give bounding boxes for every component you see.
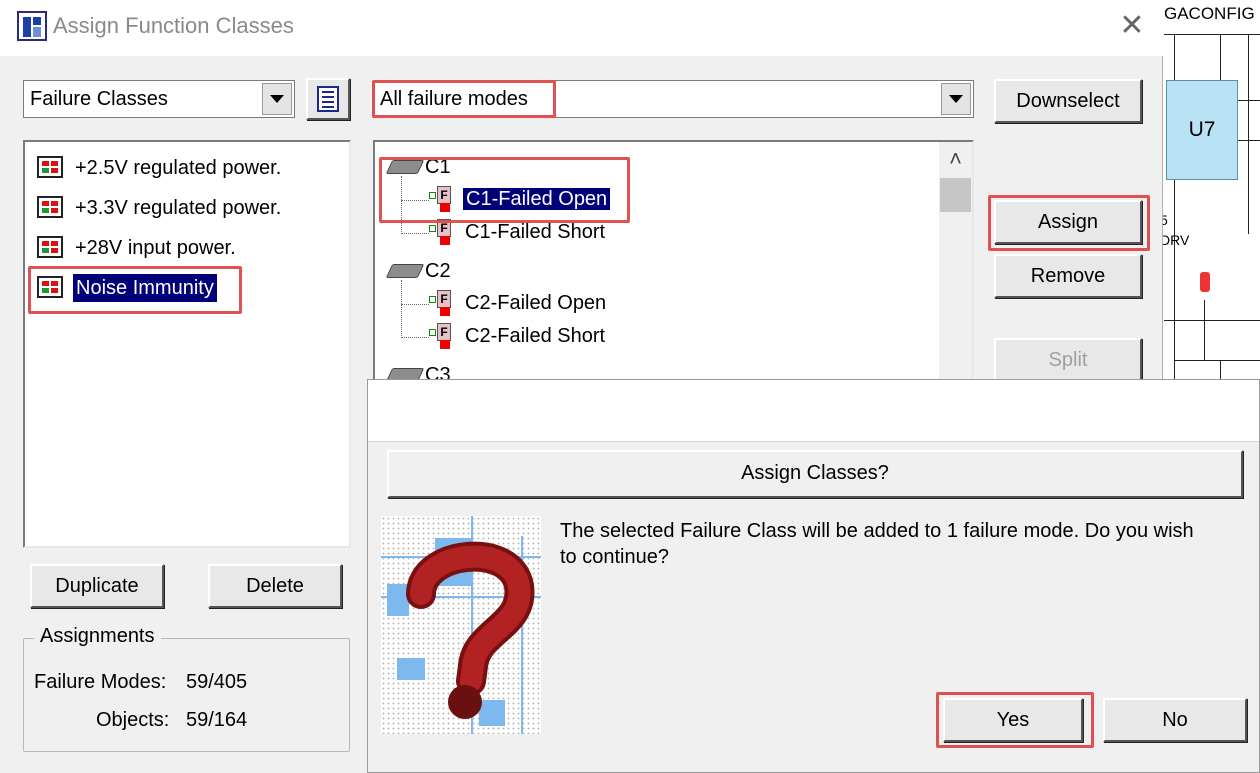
confirm-dialog-banner: Assign Classes? [387,450,1243,498]
close-icon[interactable]: ✕ [1112,6,1152,46]
duplicate-button[interactable]: Duplicate [30,564,164,608]
failure-class-icon [37,156,63,178]
failure-mode-icon: F [429,219,455,247]
list-view-icon [317,86,339,112]
highlight-c1-failed-open [379,157,630,223]
failure-modes-label: Failure Modes: [34,671,167,693]
confirm-message-line-2: to continue? [560,546,669,568]
class-type-select[interactable]: Failure Classes [23,80,295,118]
failure-mode-icon: F [429,290,455,318]
failure-class-icon [37,236,63,258]
component-chip-icon [385,264,425,278]
failure-class-icon [37,196,63,218]
schematic-label: GACONFIG [1164,4,1255,23]
assign-classes-confirm-dialog: Assign Classes? The selected Failure Cla… [367,379,1260,773]
tree-node-c2-failed-open[interactable]: C2-Failed Open [465,292,606,315]
highlight-yes [936,692,1094,748]
chevron-down-icon[interactable] [941,83,971,115]
scroll-thumb[interactable] [940,178,971,212]
tree-node-c1-failed-short[interactable]: C1-Failed Short [465,221,605,244]
highlight-filter [372,80,556,118]
chevron-down-icon[interactable] [262,83,292,115]
tree-node-c2-failed-short[interactable]: C2-Failed Short [465,325,605,348]
list-view-button[interactable] [306,78,350,120]
tree-node-c2[interactable]: C2 [425,260,451,283]
list-item[interactable]: +3.3V regulated power. [35,194,335,222]
confirm-message-line-1: The selected Failure Class will be added… [560,520,1194,542]
class-type-select-value: Failure Classes [30,88,168,110]
schematic-small-label-2: DRV [1160,232,1190,248]
tree-scrollbar[interactable]: ˄ [939,142,972,398]
component-u7: U7 [1166,80,1238,180]
assignments-legend: Assignments [34,625,161,648]
schematic-part-icon [1200,272,1210,292]
split-button: Split [994,338,1142,382]
title-bar: Assign Function Classes ✕ [0,0,1163,56]
assignments-group: Assignments Failure Modes: 59/405 Object… [23,625,350,752]
question-mark-icon [381,516,541,734]
window-title: Assign Function Classes [53,13,294,38]
failure-classes-list[interactable]: +2.5V regulated power. +3.3V regulated p… [23,140,351,548]
highlight-noise-immunity [28,266,242,314]
failure-modes-value: 59/405 [186,671,248,693]
list-item[interactable]: +28V input power. [35,234,335,262]
list-item[interactable]: +2.5V regulated power. [35,154,335,182]
confirm-message: The selected Failure Class will be added… [560,518,1250,570]
downselect-button[interactable]: Downselect [994,79,1142,123]
confirm-dialog-header [368,380,1259,442]
objects-value: 59/164 [186,709,248,731]
no-button[interactable]: No [1103,698,1247,742]
failure-mode-icon: F [429,323,455,351]
delete-button[interactable]: Delete [208,564,342,608]
highlight-assign [988,195,1150,251]
question-mark-glyph [406,541,535,719]
objects-label: Objects: [96,709,170,731]
app-icon [17,11,47,41]
remove-button[interactable]: Remove [994,254,1142,298]
scroll-up-icon[interactable]: ˄ [939,146,972,174]
